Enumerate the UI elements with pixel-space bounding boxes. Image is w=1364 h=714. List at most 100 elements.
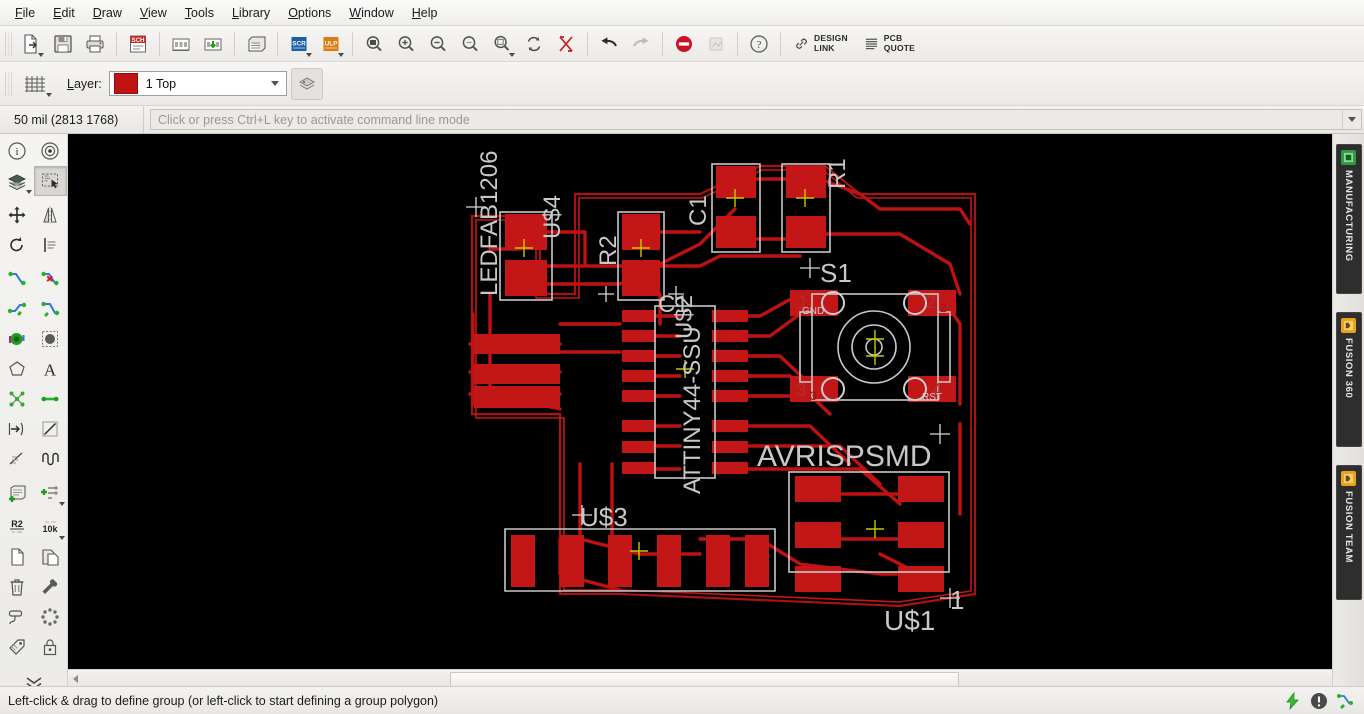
stop-icon[interactable] bbox=[668, 28, 700, 60]
paste-tool[interactable] bbox=[34, 542, 67, 572]
design-link-button[interactable]: DESIGN LINK bbox=[786, 33, 856, 53]
board-download-icon[interactable] bbox=[197, 28, 229, 60]
name-tool[interactable]: R2 bbox=[1, 512, 34, 542]
undo-icon[interactable] bbox=[593, 28, 625, 60]
miter-tool[interactable] bbox=[34, 294, 67, 324]
lock-tool[interactable] bbox=[34, 632, 67, 662]
copy-tool[interactable] bbox=[1, 542, 34, 572]
paint-tool[interactable] bbox=[1, 602, 34, 632]
layer-select[interactable]: 1 Top bbox=[108, 71, 287, 96]
menu-help[interactable]: Help bbox=[403, 2, 447, 24]
scroll-left-icon[interactable] bbox=[68, 671, 82, 687]
ratsnest-tool[interactable] bbox=[1, 384, 34, 414]
eagle-pcb-editor-window: File Edit Draw View Tools Library Option… bbox=[0, 0, 1364, 714]
rotate-tool[interactable] bbox=[1, 230, 34, 260]
via-tool[interactable] bbox=[1, 324, 34, 354]
delete-tool[interactable] bbox=[1, 572, 34, 602]
pin-2-alt: 2 bbox=[940, 301, 947, 315]
save-icon[interactable] bbox=[47, 28, 79, 60]
chevron-down-icon bbox=[46, 92, 52, 97]
info-tool[interactable]: i bbox=[1, 136, 34, 166]
main-toolbar: SCH SCR ULP ? DESIGN LINK PCB QUOTE bbox=[0, 26, 1364, 62]
array-tool[interactable] bbox=[34, 602, 67, 632]
zoom-out-icon[interactable] bbox=[422, 28, 454, 60]
board-icon[interactable] bbox=[165, 28, 197, 60]
zoom-fit-icon[interactable] bbox=[358, 28, 390, 60]
list-icon bbox=[865, 38, 877, 50]
change-tool[interactable] bbox=[34, 230, 67, 260]
pcb-canvas[interactable]: LEDFAB1206 U$4 R2 C1 R1 C1 U$2 ATTINY44-… bbox=[68, 134, 1350, 670]
layer-settings-icon[interactable] bbox=[290, 67, 323, 100]
menu-options[interactable]: Options bbox=[279, 2, 340, 24]
value-tool[interactable]: 10k bbox=[34, 512, 67, 542]
menu-tools[interactable]: Tools bbox=[176, 2, 223, 24]
smash-tool[interactable] bbox=[1, 414, 34, 444]
tool-palette: i A R2 10k bbox=[0, 134, 68, 690]
menu-file[interactable]: File bbox=[6, 2, 44, 24]
errors-warning-icon[interactable] bbox=[1308, 690, 1330, 712]
display-layers-tool[interactable] bbox=[1, 166, 34, 196]
menu-view[interactable]: View bbox=[131, 2, 176, 24]
chevron-down-icon bbox=[58, 536, 65, 540]
group-tool[interactable] bbox=[33, 166, 67, 196]
redraw-icon[interactable] bbox=[518, 28, 550, 60]
add-component-tool[interactable] bbox=[34, 478, 67, 508]
ratsnest-icon[interactable] bbox=[550, 28, 582, 60]
dock-tab-fusionteam[interactable]: FUSION TEAM bbox=[1335, 465, 1362, 600]
line-tool[interactable] bbox=[34, 414, 67, 444]
text-tool[interactable]: A bbox=[34, 354, 67, 384]
show-tool[interactable] bbox=[34, 136, 67, 166]
layer-label: Layer: bbox=[67, 76, 102, 91]
open-icon[interactable] bbox=[15, 28, 47, 60]
dock-tab-fusion360[interactable]: FUSION 360 bbox=[1335, 312, 1362, 447]
autorouter-icon[interactable] bbox=[700, 28, 732, 60]
route-tool[interactable] bbox=[1, 264, 34, 294]
menu-library[interactable]: Library bbox=[223, 2, 279, 24]
cam-processor-icon[interactable] bbox=[240, 28, 272, 60]
dock-tab-fusion360-label: FUSION 360 bbox=[1343, 338, 1354, 399]
zoom-select-icon[interactable] bbox=[454, 28, 486, 60]
chevron-down-icon bbox=[25, 190, 32, 194]
dock-tab-fusionteam-label: FUSION TEAM bbox=[1343, 491, 1354, 564]
zoom-in-icon[interactable] bbox=[390, 28, 422, 60]
polygon-tool[interactable] bbox=[1, 354, 34, 384]
redo-icon[interactable] bbox=[625, 28, 657, 60]
chevron-down-icon[interactable] bbox=[266, 72, 284, 95]
print-icon[interactable] bbox=[79, 28, 111, 60]
help-icon[interactable]: ? bbox=[743, 28, 775, 60]
layer-toolbar-grip[interactable] bbox=[5, 71, 12, 96]
add-part-tool[interactable] bbox=[1, 478, 34, 508]
wire-bend-tool[interactable] bbox=[34, 444, 67, 474]
svg-text:R2: R2 bbox=[11, 519, 23, 529]
menu-bar: File Edit Draw View Tools Library Option… bbox=[0, 0, 1364, 26]
script-icon[interactable]: SCR bbox=[283, 28, 315, 60]
signal-tool[interactable] bbox=[34, 384, 67, 414]
design-link-label-2: LINK bbox=[814, 42, 835, 53]
grid-icon[interactable] bbox=[15, 68, 55, 100]
menu-edit[interactable]: Edit bbox=[44, 2, 84, 24]
dock-tab-manufacturing[interactable]: MANUFACTURING bbox=[1335, 144, 1362, 294]
replace-tool[interactable] bbox=[34, 572, 67, 602]
zoom-region-icon[interactable] bbox=[486, 28, 518, 60]
split-tool[interactable] bbox=[1, 294, 34, 324]
label-u1: U$1 bbox=[884, 605, 935, 636]
chevron-down-icon[interactable] bbox=[1342, 110, 1361, 129]
mark-tool[interactable] bbox=[1, 444, 34, 474]
command-line[interactable]: Click or press Ctrl+L key to activate co… bbox=[150, 109, 1362, 130]
toolbar-separator bbox=[587, 31, 588, 56]
scroll-track[interactable] bbox=[82, 671, 1350, 688]
mirror-tool[interactable] bbox=[34, 200, 67, 230]
menu-draw[interactable]: Draw bbox=[84, 2, 131, 24]
label-u3: U$3 bbox=[580, 502, 628, 532]
ripup-tool[interactable] bbox=[34, 264, 67, 294]
polygon-fill-tool[interactable] bbox=[34, 324, 67, 354]
menu-window[interactable]: Window bbox=[340, 2, 402, 24]
drc-lightning-icon[interactable] bbox=[1282, 690, 1304, 712]
schematic-icon[interactable]: SCH bbox=[122, 28, 154, 60]
toolbar-grip[interactable] bbox=[5, 31, 12, 56]
move-tool[interactable] bbox=[1, 200, 34, 230]
ratsnest-status-icon[interactable] bbox=[1334, 690, 1356, 712]
attribute-tool[interactable] bbox=[1, 632, 34, 662]
pcb-quote-button[interactable]: PCB QUOTE bbox=[856, 33, 923, 53]
ulp-icon[interactable]: ULP bbox=[315, 28, 347, 60]
